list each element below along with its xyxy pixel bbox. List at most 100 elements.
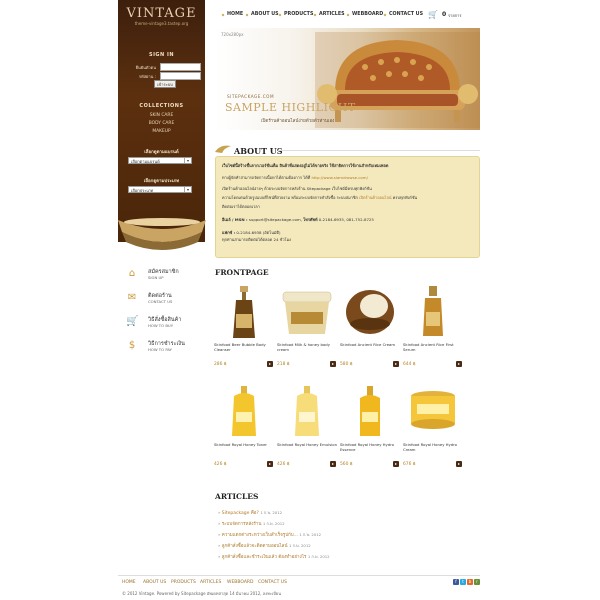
rss-icon[interactable]: r xyxy=(474,579,480,585)
about-p2-text: ทางผู้จัดทำสามารถจัดการเนื้อหาได้ตามต้อง… xyxy=(222,175,311,180)
sidebar-link-signup[interactable]: ⌂ สมัครสมาชิก SIGN UP xyxy=(126,268,206,282)
nav-home[interactable]: HOME xyxy=(227,12,243,17)
collection-makeup[interactable]: MAKEUP xyxy=(118,129,205,134)
article-item[interactable]: » ระบบจัดการหลังร้าน 1 ก.พ. 2012 xyxy=(218,520,285,527)
article-item[interactable]: » ความแตกต่างระหว่างเว็บสำเร็จรูปกับ... … xyxy=(218,531,321,538)
product-name[interactable]: Skinfood Ancient Rice Cream xyxy=(340,342,400,347)
nav-bullet xyxy=(245,13,249,17)
article-title[interactable]: ลูกค้าสั่งซื้อและชำระเงินแล้ว ต้องทำอย่า… xyxy=(222,555,307,560)
product-image xyxy=(423,286,443,336)
product-card[interactable]: Skinfood Beer Bubble Body Cleanser 286 ฿… xyxy=(214,284,274,369)
username-label: ยืนยันตัวตน xyxy=(135,65,156,70)
about-divider xyxy=(278,150,480,151)
footer-link-contact[interactable]: CONTACT US xyxy=(258,580,287,585)
facebook-icon[interactable]: f xyxy=(453,579,459,585)
collections-heading: COLLECTIONS xyxy=(139,103,184,109)
article-item[interactable]: » ลูกค้าสั่งซื้อแล้วจะติดตามออนไลน์ 1 ก.… xyxy=(218,542,311,549)
sidebar-link-howtopay[interactable]: $ วิธีการชำระเงิน HOW TO PAY xyxy=(126,340,206,354)
email-value[interactable]: support@sitepackage.com, xyxy=(249,217,302,222)
footer-link-webboard[interactable]: WEBBOARD xyxy=(227,580,254,585)
add-to-cart-button[interactable]: ▸ xyxy=(267,361,273,367)
brand-select[interactable]: เลือกตามแบรนด์ ▾ xyxy=(128,157,192,164)
about-paragraph-8: ทุกท่านสามารถติดต่อได้ตลอด 24 ชั่วโมง xyxy=(222,237,292,242)
about-box: เว็บไซต์นี้สร้างขึ้นจากเวอร์ชั่นเต็ม สิน… xyxy=(215,156,480,258)
product-card[interactable]: Skinfood Royal Honey Emulsion 426 ฿ ▸ xyxy=(277,384,337,469)
article-title[interactable]: ระบบจัดการหลังร้าน xyxy=(222,522,262,527)
collection-skin-care[interactable]: SKIN CARE xyxy=(118,113,205,118)
cart-icon: 🛒 xyxy=(428,10,438,19)
product-price: 644 ฿ xyxy=(403,362,416,367)
product-name[interactable]: Skinfood Royal Honey Toner xyxy=(214,442,274,447)
cart-count: 0 xyxy=(442,11,447,18)
copyright: © 2012 Vintage. Powered by Sitepackage อ… xyxy=(122,591,281,596)
nav-bullet xyxy=(221,13,225,17)
article-title[interactable]: ลูกค้าสั่งซื้อแล้วจะติดตามออนไลน์ xyxy=(222,544,288,549)
brand-select-heading: เลือกดูตามแบรนด์ xyxy=(144,150,179,155)
article-item[interactable]: » Sitepackage คือ? 1 ก.พ. 2012 xyxy=(218,509,282,516)
page: VINTAGE theme-vintage3.tastep.org SIGN I… xyxy=(0,0,600,600)
add-to-cart-button[interactable]: ▸ xyxy=(456,361,462,367)
product-price: 560 ฿ xyxy=(340,462,353,467)
collection-body-care[interactable]: BODY CARE xyxy=(118,121,205,126)
product-image xyxy=(360,386,380,436)
product-image xyxy=(295,386,319,436)
footer-link-home[interactable]: HOME xyxy=(122,580,136,585)
add-to-cart-button[interactable]: ▸ xyxy=(267,461,273,467)
product-name[interactable]: Skinfood Ancient Rice First Serum xyxy=(403,342,463,352)
contact-link-sub: CONTACT US xyxy=(148,299,173,304)
article-date: 1 ก.พ. 2012 xyxy=(260,510,283,515)
article-date: 1 ก.พ. 2012 xyxy=(262,521,285,526)
product-card[interactable]: Skinfood Ancient Rice Cream 580 ฿ ▸ xyxy=(340,284,400,369)
twitter-icon[interactable]: t xyxy=(460,579,466,585)
login-button[interactable]: เข้าระบบ xyxy=(154,80,176,88)
product-card[interactable]: Skinfood Ancient Rice First Serum 644 ฿ … xyxy=(403,284,463,369)
howtopay-link-sub: HOW TO PAY xyxy=(148,347,172,352)
footer-link-about[interactable]: ABOUT US xyxy=(143,580,166,585)
brand-title[interactable]: VINTAGE xyxy=(118,6,205,21)
ribbon-ornament xyxy=(118,218,206,250)
article-title[interactable]: Sitepackage คือ? xyxy=(222,511,259,516)
type-select[interactable]: เลือกประเภท ▾ xyxy=(128,186,192,193)
password-input[interactable] xyxy=(160,72,201,80)
about-link[interactable]: http://www.siamdrowse.com/ xyxy=(311,175,367,180)
product-card[interactable]: Skinfood Royal Honey Toner 426 ฿ ▸ xyxy=(214,384,274,469)
product-image xyxy=(346,290,394,334)
footer-link-products[interactable]: PRODUCTS xyxy=(171,580,196,585)
password-row: รหัสผ่าน : xyxy=(126,72,202,80)
nav-webboard[interactable]: WEBBOARD xyxy=(352,12,383,17)
product-name[interactable]: Skinfood Beer Bubble Body Cleanser xyxy=(214,342,274,352)
footer-divider xyxy=(118,575,480,576)
about-p4-link[interactable]: เปิดร้านค้าออนไลน์ xyxy=(359,195,391,200)
product-card[interactable]: Skinfood Royal Honey Hydro Essence 560 ฿… xyxy=(340,384,400,469)
add-to-cart-button[interactable]: ▸ xyxy=(330,361,336,367)
nav-about-us[interactable]: ABOUT US xyxy=(251,12,279,17)
article-item[interactable]: » ลูกค้าสั่งซื้อและชำระเงินแล้ว ต้องทำอย… xyxy=(218,553,330,560)
product-price: 218 ฿ xyxy=(277,362,290,367)
home-icon: ⌂ xyxy=(128,268,136,279)
add-to-cart-button[interactable]: ▸ xyxy=(330,461,336,467)
product-name[interactable]: Skinfood Royal Honey Emulsion xyxy=(277,442,337,447)
about-paragraph-4: ความโดดเด่นด้วยรูปแบบดีไซน์ที่สวยงาม พร้… xyxy=(222,195,417,201)
nav-products[interactable]: PRODUCTS xyxy=(284,12,313,17)
sidebar-link-howtobuy[interactable]: 🛒 วิธีสั่งซื้อสินค้า HOW TO BUY xyxy=(126,316,206,330)
banner-small-text: SITEPACKAGE.COM xyxy=(227,94,275,99)
cart-widget[interactable]: 🛒 0 รายการ xyxy=(428,10,468,20)
product-name[interactable]: Skinfood Milk & honey body cream xyxy=(277,342,337,352)
article-title[interactable]: ความแตกต่างระหว่างเว็บสำเร็จรูปกับ... xyxy=(222,533,298,538)
highlight-banner[interactable]: 720x280px SITEPACKAGE.COM SAMPLE HIGHLIG… xyxy=(215,28,480,130)
product-image xyxy=(282,291,332,334)
add-to-cart-button[interactable]: ▸ xyxy=(393,361,399,367)
footer-link-articles[interactable]: ARTICLES xyxy=(200,580,221,585)
product-name[interactable]: Skinfood Royal Honey Hydro Essence xyxy=(340,442,400,452)
sidebar-link-contact[interactable]: ✉ ติดต่อร้าน CONTACT US xyxy=(126,292,206,306)
product-card[interactable]: Skinfood Royal Honey Hydro Cream 676 ฿ ▸ xyxy=(403,384,463,469)
product-card[interactable]: Skinfood Milk & honey body cream 218 ฿ ▸ xyxy=(277,284,337,369)
nav-articles[interactable]: ARTICLES xyxy=(319,12,345,17)
add-to-cart-button[interactable]: ▸ xyxy=(456,461,462,467)
nav-contact-us[interactable]: CONTACT US xyxy=(389,12,423,17)
chevron-down-icon: ▾ xyxy=(184,187,191,192)
blogger-icon[interactable]: b xyxy=(467,579,473,585)
product-name[interactable]: Skinfood Royal Honey Hydro Cream xyxy=(403,442,463,452)
username-input[interactable] xyxy=(160,63,201,71)
add-to-cart-button[interactable]: ▸ xyxy=(393,461,399,467)
